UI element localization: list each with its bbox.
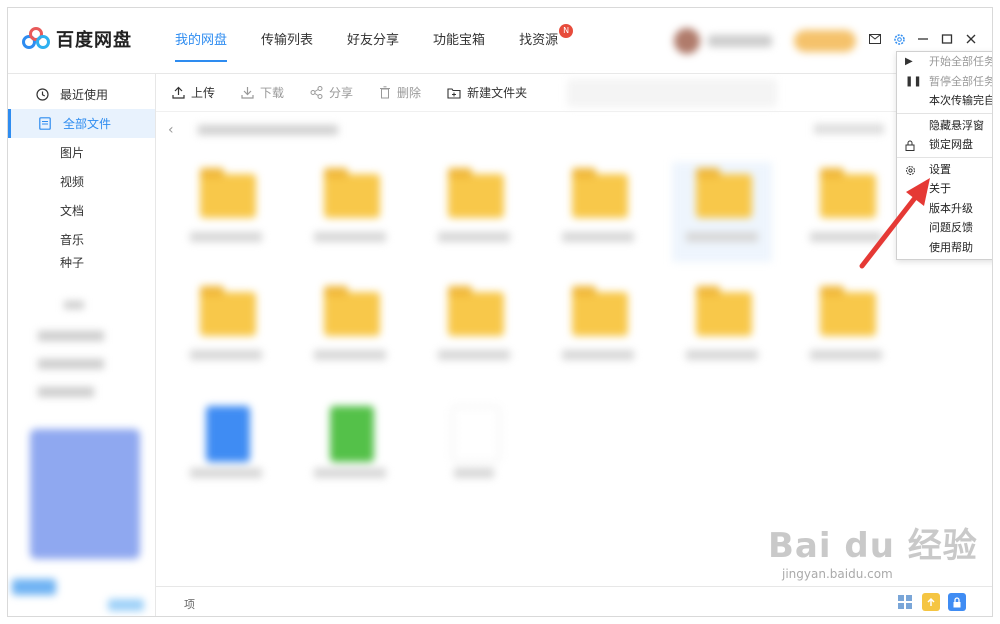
folder-item-selected[interactable]: [672, 162, 772, 262]
menu-item-lock-disk[interactable]: 锁定网盘: [897, 135, 992, 155]
folder-item[interactable]: [176, 280, 276, 380]
folder-item[interactable]: [176, 162, 276, 262]
username: [708, 35, 772, 47]
minimize-icon[interactable]: [916, 32, 930, 46]
sidebar-item-label: 全部文件: [63, 117, 112, 131]
new-folder-button[interactable]: 新建文件夹: [447, 84, 527, 101]
play-icon: ▶: [905, 56, 913, 67]
menu-item-label: 暂停全部任务: [929, 74, 993, 88]
header: 百度网盘 我的网盘 传输列表 好友分享 功能宝箱 找资源 N: [8, 8, 992, 74]
folder-item[interactable]: [424, 280, 524, 380]
main-tabs: 我的网盘 传输列表 好友分享 功能宝箱 找资源 N: [158, 8, 575, 74]
window-controls: [868, 32, 978, 46]
status-icons: [896, 593, 966, 611]
folder-item[interactable]: [548, 162, 648, 262]
avatar[interactable]: [674, 28, 700, 54]
close-icon[interactable]: [964, 32, 978, 46]
back-chevron-icon[interactable]: ‹: [168, 122, 174, 138]
status-bar: 项: [156, 586, 992, 616]
document-file-item[interactable]: [176, 398, 276, 498]
pause-icon: ❚❚: [905, 75, 922, 87]
sidebar-item-label: 最近使用: [60, 88, 109, 102]
sidebar-item-videos[interactable]: 视频: [8, 167, 155, 196]
upload-label: 上传: [191, 86, 216, 100]
sidebar-item-music[interactable]: 音乐: [8, 225, 155, 254]
new-badge: N: [559, 24, 574, 38]
app-name: 百度网盘: [56, 30, 132, 51]
menu-item-label: 锁定网盘: [929, 138, 973, 151]
menu-item-hide-floating-window[interactable]: 隐藏悬浮窗: [897, 116, 992, 136]
lock-status-icon[interactable]: [948, 593, 966, 611]
download-button[interactable]: 下载: [241, 84, 284, 101]
tab-find-resources-label: 找资源: [519, 33, 559, 48]
maximize-icon[interactable]: [940, 32, 954, 46]
menu-separator: [897, 112, 992, 114]
user-area[interactable]: [674, 28, 772, 54]
new-folder-icon: [447, 87, 461, 99]
file-area: ‹: [156, 112, 896, 586]
watermark-logo: Bai du 经验: [768, 526, 978, 566]
app-logo: 百度网盘: [22, 26, 132, 52]
tab-find-resources[interactable]: 找资源 N: [502, 8, 575, 74]
watermark: Bai du 经验 jingyan.baidu.com: [768, 518, 978, 581]
breadcrumb-path[interactable]: [197, 125, 338, 135]
folder-item[interactable]: [424, 162, 524, 262]
watermark-url: jingyan.baidu.com: [782, 567, 893, 581]
folder-item[interactable]: [300, 162, 400, 262]
annotation-arrow: [859, 178, 930, 269]
vip-button[interactable]: [794, 30, 856, 52]
baidu-cloud-logo-icon: [22, 27, 50, 51]
mail-icon[interactable]: [868, 32, 882, 46]
menu-item-pause-all[interactable]: ❚❚ 暂停全部任务: [897, 72, 993, 92]
delete-button[interactable]: 删除: [379, 84, 421, 101]
spreadsheet-file-item[interactable]: [300, 398, 400, 498]
sidebar-item-all-files[interactable]: 全部文件: [8, 109, 155, 138]
status-text: 项: [184, 598, 195, 611]
share-button[interactable]: 分享: [310, 84, 353, 101]
sidebar: 最近使用 全部文件 图片 视频 文档 音乐 种子: [8, 74, 156, 616]
sidebar-item-torrents[interactable]: 种子: [8, 254, 155, 268]
tab-toolbox[interactable]: 功能宝箱: [416, 8, 502, 74]
trash-icon: [380, 86, 391, 99]
folder-item[interactable]: [672, 280, 772, 380]
download-label: 下载: [260, 86, 285, 100]
toolbar: 上传 下载 分享 删除 新建文件夹: [156, 74, 992, 112]
lock-icon: [905, 139, 915, 159]
view-options[interactable]: [814, 124, 884, 134]
gear-icon[interactable]: [892, 32, 906, 46]
tab-transfer-list[interactable]: 传输列表: [244, 8, 330, 74]
download-icon: [241, 87, 254, 99]
tab-friend-share[interactable]: 好友分享: [330, 8, 416, 74]
search-box[interactable]: [567, 78, 778, 107]
add-file-item[interactable]: [424, 398, 524, 498]
tab-my-disk[interactable]: 我的网盘: [158, 8, 244, 74]
sidebar-item-documents[interactable]: 文档: [8, 196, 155, 225]
upload-button[interactable]: 上传: [172, 84, 215, 101]
delete-label: 删除: [397, 86, 422, 100]
app-window: 百度网盘 我的网盘 传输列表 好友分享 功能宝箱 找资源 N 最近使用 全部文件…: [7, 7, 993, 617]
file-icon: [39, 117, 51, 130]
sidebar-item-recent[interactable]: 最近使用: [8, 80, 155, 109]
breadcrumb: ‹: [168, 122, 338, 138]
upgrade-icon[interactable]: [922, 593, 940, 611]
upload-icon: [172, 86, 185, 99]
menu-item-label: 开始全部任务: [929, 55, 993, 68]
share-icon: [310, 86, 323, 99]
menu-item-start-all[interactable]: ▶ 开始全部任务: [897, 52, 993, 72]
sidebar-item-images[interactable]: 图片: [8, 138, 155, 167]
clock-icon: [36, 88, 49, 101]
folder-item[interactable]: [300, 280, 400, 380]
new-folder-label: 新建文件夹: [467, 86, 528, 100]
folder-item[interactable]: [796, 280, 896, 380]
folder-item[interactable]: [548, 280, 648, 380]
share-label: 分享: [329, 86, 354, 100]
grid-view-icon[interactable]: [896, 593, 914, 611]
menu-item-shutdown-after-transfer[interactable]: 本次传输完自动关机: [897, 91, 992, 111]
sidebar-blurred-section: [8, 289, 156, 616]
